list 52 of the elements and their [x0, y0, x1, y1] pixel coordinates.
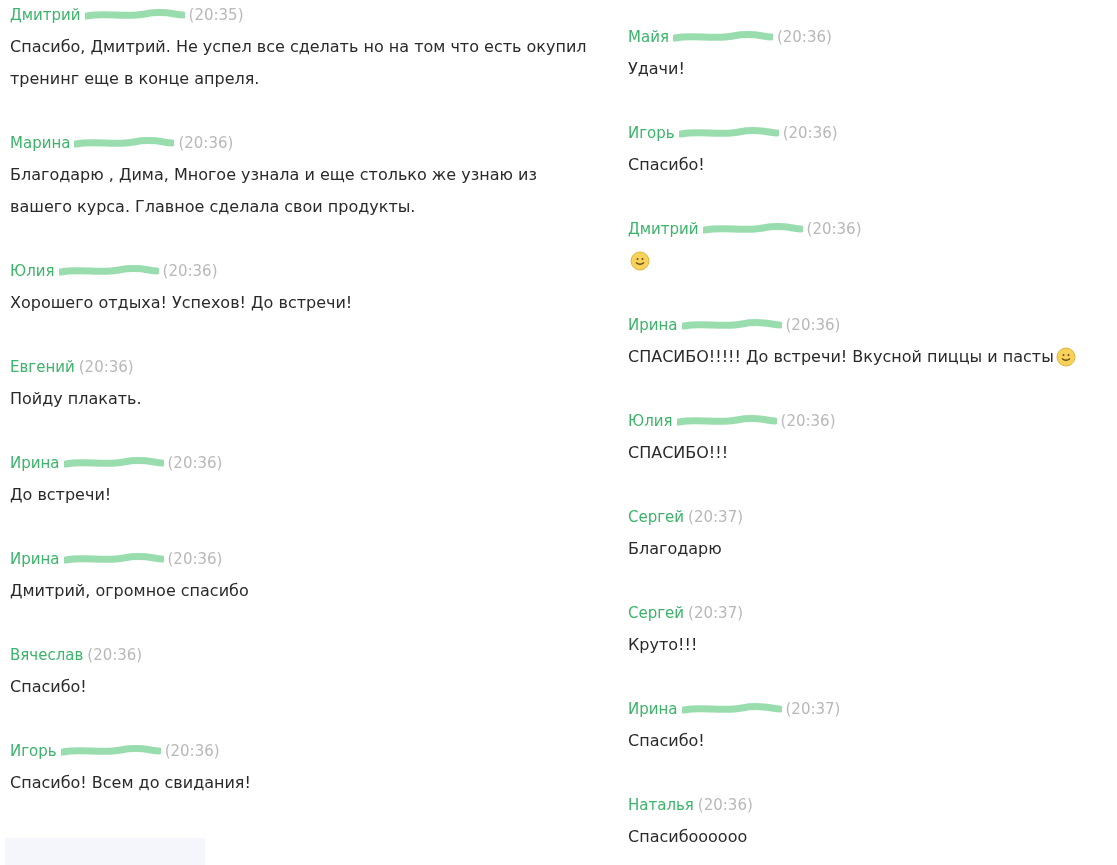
message-text: Пойду плакать.	[10, 388, 142, 410]
message-text: Удачи!	[628, 58, 685, 80]
message-time: (20:36)	[78, 358, 134, 376]
message-time: (20:36)	[806, 220, 862, 238]
author-name: Юлия	[10, 262, 55, 280]
message-time: (20:36)	[167, 454, 223, 472]
message-time: (20:36)	[167, 550, 223, 568]
message-time: (20:36)	[697, 796, 753, 814]
message-time: (20:36)	[164, 742, 220, 760]
message-text: Благодарю	[628, 538, 722, 560]
author-name: Наталья	[628, 796, 694, 814]
author-name: Евгений	[10, 358, 75, 376]
message-time: (20:37)	[785, 700, 841, 718]
message-time: (20:36)	[785, 316, 841, 334]
message-time: (20:36)	[776, 28, 832, 46]
author-name: Игорь	[628, 124, 675, 142]
message-time: (20:36)	[780, 412, 836, 430]
message-text: Спасибо!	[628, 730, 705, 752]
smiley-icon	[630, 251, 650, 271]
message-time: (20:37)	[688, 604, 744, 622]
message-text: Спасибо! Всем до свидания!	[10, 772, 251, 794]
message-text: До встречи!	[10, 484, 112, 506]
author-name: Ирина	[10, 550, 60, 568]
message-text: Хорошего отдыха! Успехов! До встречи!	[10, 292, 353, 314]
author-name: Ирина	[628, 316, 678, 334]
message-text: Спасибо!	[10, 676, 87, 698]
message-time: (20:35)	[188, 6, 244, 24]
author-name: Марина	[10, 134, 71, 152]
author-name: Сергей	[628, 508, 685, 526]
author-name: Дмитрий	[628, 220, 699, 238]
author-name: Дмитрий	[10, 6, 81, 24]
message-text: Спасибо, Дмитрий. Не успел все сделать но на том что есть окупил тренинг еще в конце апреля.	[10, 36, 588, 90]
author-name: Игорь	[10, 742, 57, 760]
message-text: Спасибоооооо	[628, 826, 748, 848]
message-text: Дмитрий, огромное спасибо	[10, 580, 249, 602]
message-text: СПАСИБО!!!!! До встречи! Вкусной пиццы и пасты	[628, 346, 1054, 368]
message-text: Круто!!!	[628, 634, 698, 656]
author-name: Вячеслав	[10, 646, 84, 664]
author-name: Юлия	[628, 412, 673, 430]
message-text: Спасибо!	[628, 154, 705, 176]
author-name: Сергей	[628, 604, 685, 622]
message-text: СПАСИБО!!!	[628, 442, 729, 464]
author-name: Ирина	[10, 454, 60, 472]
message-time: (20:37)	[688, 508, 744, 526]
author-name: Майя	[628, 28, 669, 46]
smiley-icon	[1055, 347, 1076, 367]
message-time: (20:36)	[782, 124, 838, 142]
message-time: (20:36)	[162, 262, 218, 280]
author-name: Ирина	[628, 700, 678, 718]
message-time: (20:36)	[87, 646, 143, 664]
message-time: (20:36)	[178, 134, 234, 152]
message-text: Благодарю , Дима, Многое узнала и еще столько же узнаю из вашего курса. Главное сделала свои продукты.	[10, 164, 538, 218]
